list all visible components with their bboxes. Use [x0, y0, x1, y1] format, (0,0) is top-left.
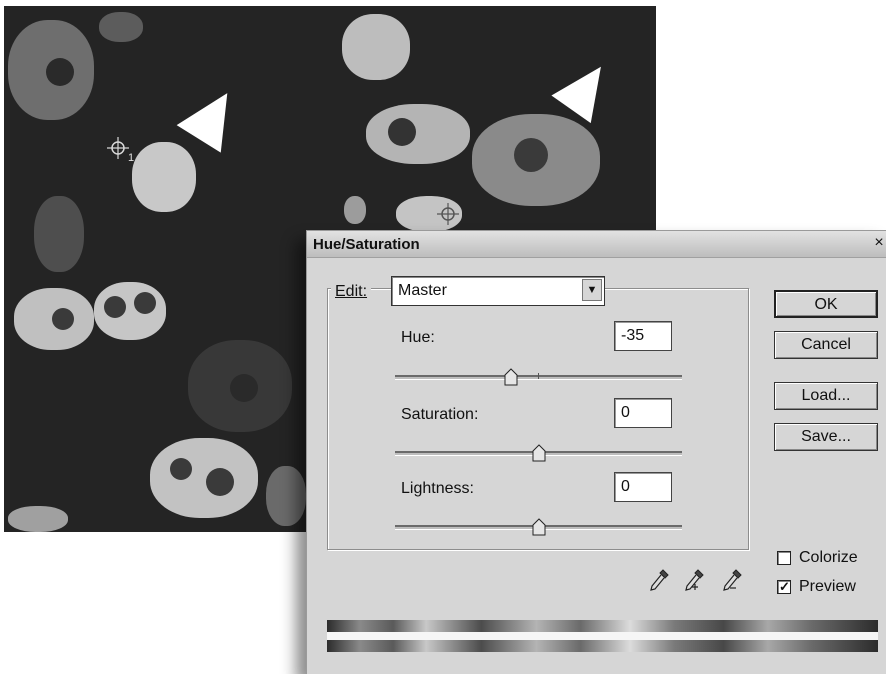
nucleus [514, 138, 548, 172]
nucleus [388, 118, 416, 146]
colorize-checkbox[interactable] [777, 551, 791, 565]
nucleus [170, 458, 192, 480]
cell [150, 438, 258, 518]
dialog-titlebar[interactable]: Hue/Saturation × [307, 231, 886, 258]
crosshair-label: 1 [128, 152, 135, 164]
lightness-label: Lightness: [401, 480, 474, 497]
cell [132, 142, 196, 212]
cell [342, 14, 410, 80]
saturation-label: Saturation: [401, 406, 479, 423]
input-spectrum-bar [327, 620, 878, 632]
preview-label: Preview [799, 578, 856, 595]
nucleus [52, 308, 74, 330]
eyedropper-icon[interactable] [648, 567, 672, 593]
output-spectrum-bar [327, 640, 878, 652]
nucleus [46, 58, 74, 86]
eyedropper-plus-icon[interactable] [683, 567, 707, 593]
arrowhead-marker [176, 79, 250, 153]
dialog-title: Hue/Saturation [313, 236, 420, 253]
cell [344, 196, 366, 224]
saturation-input[interactable]: 0 [614, 398, 672, 428]
cancel-button[interactable]: Cancel [774, 331, 878, 359]
cell [99, 12, 143, 42]
hue-input[interactable]: -35 [614, 321, 672, 351]
nucleus [230, 374, 258, 402]
hue-slider-thumb[interactable] [504, 368, 518, 386]
ok-button[interactable]: OK [774, 290, 878, 318]
load-button[interactable]: Load... [774, 382, 878, 410]
cell [366, 104, 470, 164]
eyedropper-minus-icon[interactable] [721, 567, 745, 593]
edit-select-value: Master [398, 282, 447, 299]
edit-group-box [327, 288, 749, 550]
hue-label: Hue: [401, 329, 435, 346]
crosshair-icon [437, 203, 459, 225]
preview-checkbox[interactable]: ✓ [777, 579, 791, 594]
edit-label-text: Edit: [335, 283, 368, 300]
lightness-input[interactable]: 0 [614, 472, 672, 502]
saturation-slider-thumb[interactable] [532, 444, 546, 462]
save-button[interactable]: Save... [774, 423, 878, 451]
preview-check-mark: ✓ [779, 579, 790, 594]
hue-saturation-dialog: Hue/Saturation × Edit: Master ▼ Hue: -35… [306, 230, 886, 674]
nucleus [104, 296, 126, 318]
colorize-label: Colorize [799, 549, 858, 566]
cell [34, 196, 84, 272]
edit-select[interactable]: Master ▼ [391, 276, 605, 306]
chevron-down-icon[interactable]: ▼ [582, 279, 602, 301]
cell [266, 466, 306, 526]
lightness-slider-thumb[interactable] [532, 518, 546, 536]
close-button[interactable]: × [871, 234, 886, 252]
spectrum-range-bar[interactable] [327, 632, 878, 640]
cell [8, 506, 68, 532]
nucleus [206, 468, 234, 496]
arrowhead-marker [551, 52, 621, 124]
hue-slider-center-tick [538, 373, 539, 379]
edit-label: Edit: [331, 283, 372, 301]
nucleus [134, 292, 156, 314]
